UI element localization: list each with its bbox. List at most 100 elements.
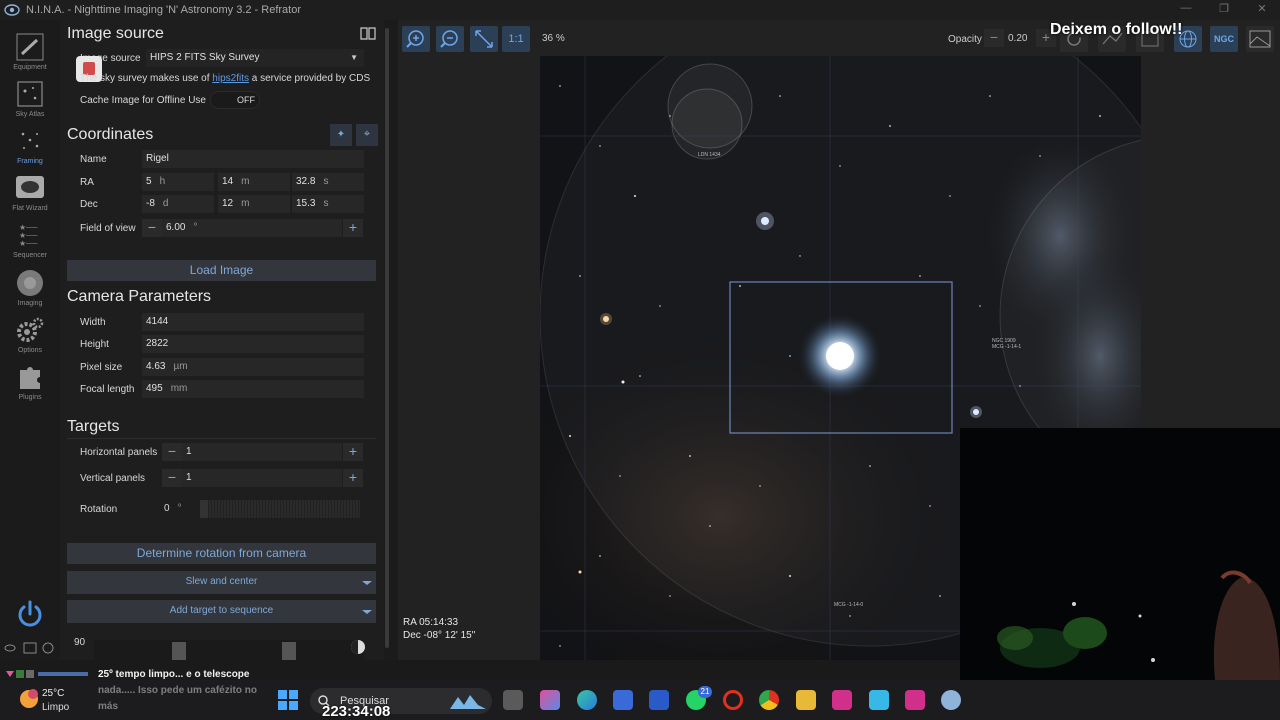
divider <box>67 438 376 439</box>
ra-minutes-field[interactable]: 14 m <box>218 173 290 191</box>
unit: d <box>162 198 169 209</box>
determine-rotation-button[interactable]: Determine rotation from camera <box>67 543 376 564</box>
load-image-button[interactable]: Load Image <box>67 260 376 281</box>
cache-toggle[interactable]: OFF <box>210 91 260 109</box>
ra-label: RA <box>80 177 94 188</box>
hips2fits-link[interactable]: hips2fits <box>212 73 249 84</box>
zoom-1-1-button[interactable]: 1:1 <box>502 26 530 52</box>
minus-icon: − <box>989 29 999 45</box>
horizontal-panels-field[interactable]: 1 <box>182 443 342 461</box>
fit-button[interactable] <box>470 26 498 52</box>
close-icon[interactable]: ✕ <box>1252 2 1272 18</box>
app-icon[interactable] <box>832 690 852 710</box>
rotation-slider-handle[interactable] <box>200 500 208 518</box>
mcg-label-bottom: MCG -1-14-0 <box>834 602 864 608</box>
svg-text:★──: ★── <box>19 239 38 248</box>
ngc-toggle-button[interactable]: NGC <box>1210 26 1238 52</box>
copilot-icon[interactable] <box>540 690 560 710</box>
zoom-out-button[interactable] <box>436 26 464 52</box>
chevron-down-icon[interactable] <box>358 571 376 594</box>
sidebar-item-plugins[interactable]: Plugins <box>0 360 60 406</box>
slew-and-center-button[interactable]: Slew and center <box>67 571 376 594</box>
image-source-dropdown[interactable]: HIPS 2 FITS Sky Survey ▼ <box>146 49 364 67</box>
width-value: 4144 <box>146 316 169 327</box>
chrome-icon[interactable] <box>759 690 779 710</box>
scrollbar-thumb[interactable] <box>385 28 389 648</box>
dec-seconds-field[interactable]: 15.3 s <box>292 195 364 213</box>
minimize-icon[interactable]: — <box>1176 2 1196 18</box>
plus-icon: + <box>1041 29 1051 45</box>
dec-degrees-field[interactable]: -8 d <box>142 195 214 213</box>
rotation-slider[interactable] <box>200 500 360 518</box>
hpanels-decrease-button[interactable]: − <box>162 443 182 461</box>
pixel-size-field[interactable]: 4.63 µm <box>142 358 364 376</box>
unit: h <box>159 176 166 187</box>
book-icon[interactable] <box>360 26 376 40</box>
vertical-panels-label: Vertical panels <box>80 473 146 484</box>
fov-increase-button[interactable]: + <box>343 219 363 237</box>
sky-atlas-icon <box>17 81 43 107</box>
weather-sun-icon[interactable] <box>18 688 40 710</box>
ra-readout: RA 05:14:33 <box>403 617 459 628</box>
maximize-icon[interactable]: ❐ <box>1214 2 1234 18</box>
annotation-button[interactable] <box>1246 26 1274 52</box>
vpanels-increase-button[interactable]: + <box>343 469 363 487</box>
zoom-out-icon <box>440 30 458 48</box>
height-field[interactable]: 2822 <box>142 335 364 353</box>
fov-field[interactable]: 6.00 ° <box>162 219 342 237</box>
sidebar-item-sequencer[interactable]: ★── ★── ★── Sequencer <box>0 218 60 264</box>
title-bar: N.I.N.A. - Nighttime Imaging 'N' Astrono… <box>0 0 1280 20</box>
plus-icon: + <box>348 443 358 459</box>
sidebar-item-equipment[interactable]: Equipment <box>0 30 60 76</box>
app-icon[interactable] <box>869 690 889 710</box>
focal-length-field[interactable]: 495 mm <box>142 380 364 398</box>
opacity-decrease-button[interactable]: − <box>984 29 1004 47</box>
zoom-in-button[interactable] <box>402 26 430 52</box>
dec-seconds-value: 15.3 <box>296 198 316 209</box>
opacity-value: 0.20 <box>1008 33 1028 44</box>
sidebar-item-framing[interactable]: Framing <box>0 124 60 170</box>
fov-decrease-button[interactable]: − <box>142 219 162 237</box>
nina-taskbar-icon[interactable] <box>941 690 961 710</box>
hpanels-increase-button[interactable]: + <box>343 443 363 461</box>
folder-icon[interactable] <box>796 690 816 710</box>
sidebar-item-imaging[interactable]: Imaging <box>0 266 60 312</box>
store-icon[interactable] <box>613 690 633 710</box>
app-icon[interactable] <box>905 690 925 710</box>
minus-icon: − <box>147 219 157 235</box>
chevron-down-icon[interactable] <box>358 600 376 623</box>
target-name-field[interactable]: Rigel <box>142 150 364 168</box>
sidebar-item-flat-wizard[interactable]: Flat Wizard <box>0 171 60 217</box>
panel-scrollbar[interactable] <box>384 20 390 660</box>
coordinates-heading: Coordinates <box>67 126 154 143</box>
weather-temperature: 25°C <box>42 688 65 699</box>
sidebar-item-options[interactable]: Options <box>0 313 60 359</box>
pick-target-button[interactable]: ✦ <box>330 124 352 146</box>
plus-icon: + <box>348 469 358 485</box>
edge-browser-icon[interactable] <box>577 690 597 710</box>
rotation-value: 0 ° <box>164 503 182 514</box>
add-target-button[interactable]: Add target to sequence <box>67 600 376 623</box>
windows-start-icon[interactable] <box>277 689 299 711</box>
vertical-panels-field[interactable]: 1 <box>182 469 342 487</box>
bottom-tools-icon[interactable] <box>4 640 58 656</box>
dec-minutes-field[interactable]: 12 m <box>218 195 290 213</box>
sidebar-item-label: Sequencer <box>13 252 47 259</box>
width-field[interactable]: 4144 <box>142 313 364 331</box>
opera-icon[interactable] <box>723 690 743 710</box>
app-icon[interactable] <box>649 690 669 710</box>
sidebar-item-sky-atlas[interactable]: Sky Atlas <box>0 77 60 123</box>
camera-parameters-heading: Camera Parameters <box>67 288 212 305</box>
power-icon[interactable] <box>14 598 46 630</box>
flat-wizard-icon <box>16 176 44 198</box>
height-value: 2822 <box>146 338 169 349</box>
location-button[interactable]: ⌖ <box>356 124 378 146</box>
bottom-value: 90 <box>74 637 86 648</box>
ra-seconds-field[interactable]: 32.8 s <box>292 173 364 191</box>
vpanels-decrease-button[interactable]: − <box>162 469 182 487</box>
task-view-icon[interactable] <box>503 690 523 710</box>
fit-to-screen-icon <box>475 30 493 48</box>
plus-icon: + <box>348 219 358 235</box>
ra-hours-field[interactable]: 5h <box>142 173 214 191</box>
bottom-graph <box>94 640 364 660</box>
